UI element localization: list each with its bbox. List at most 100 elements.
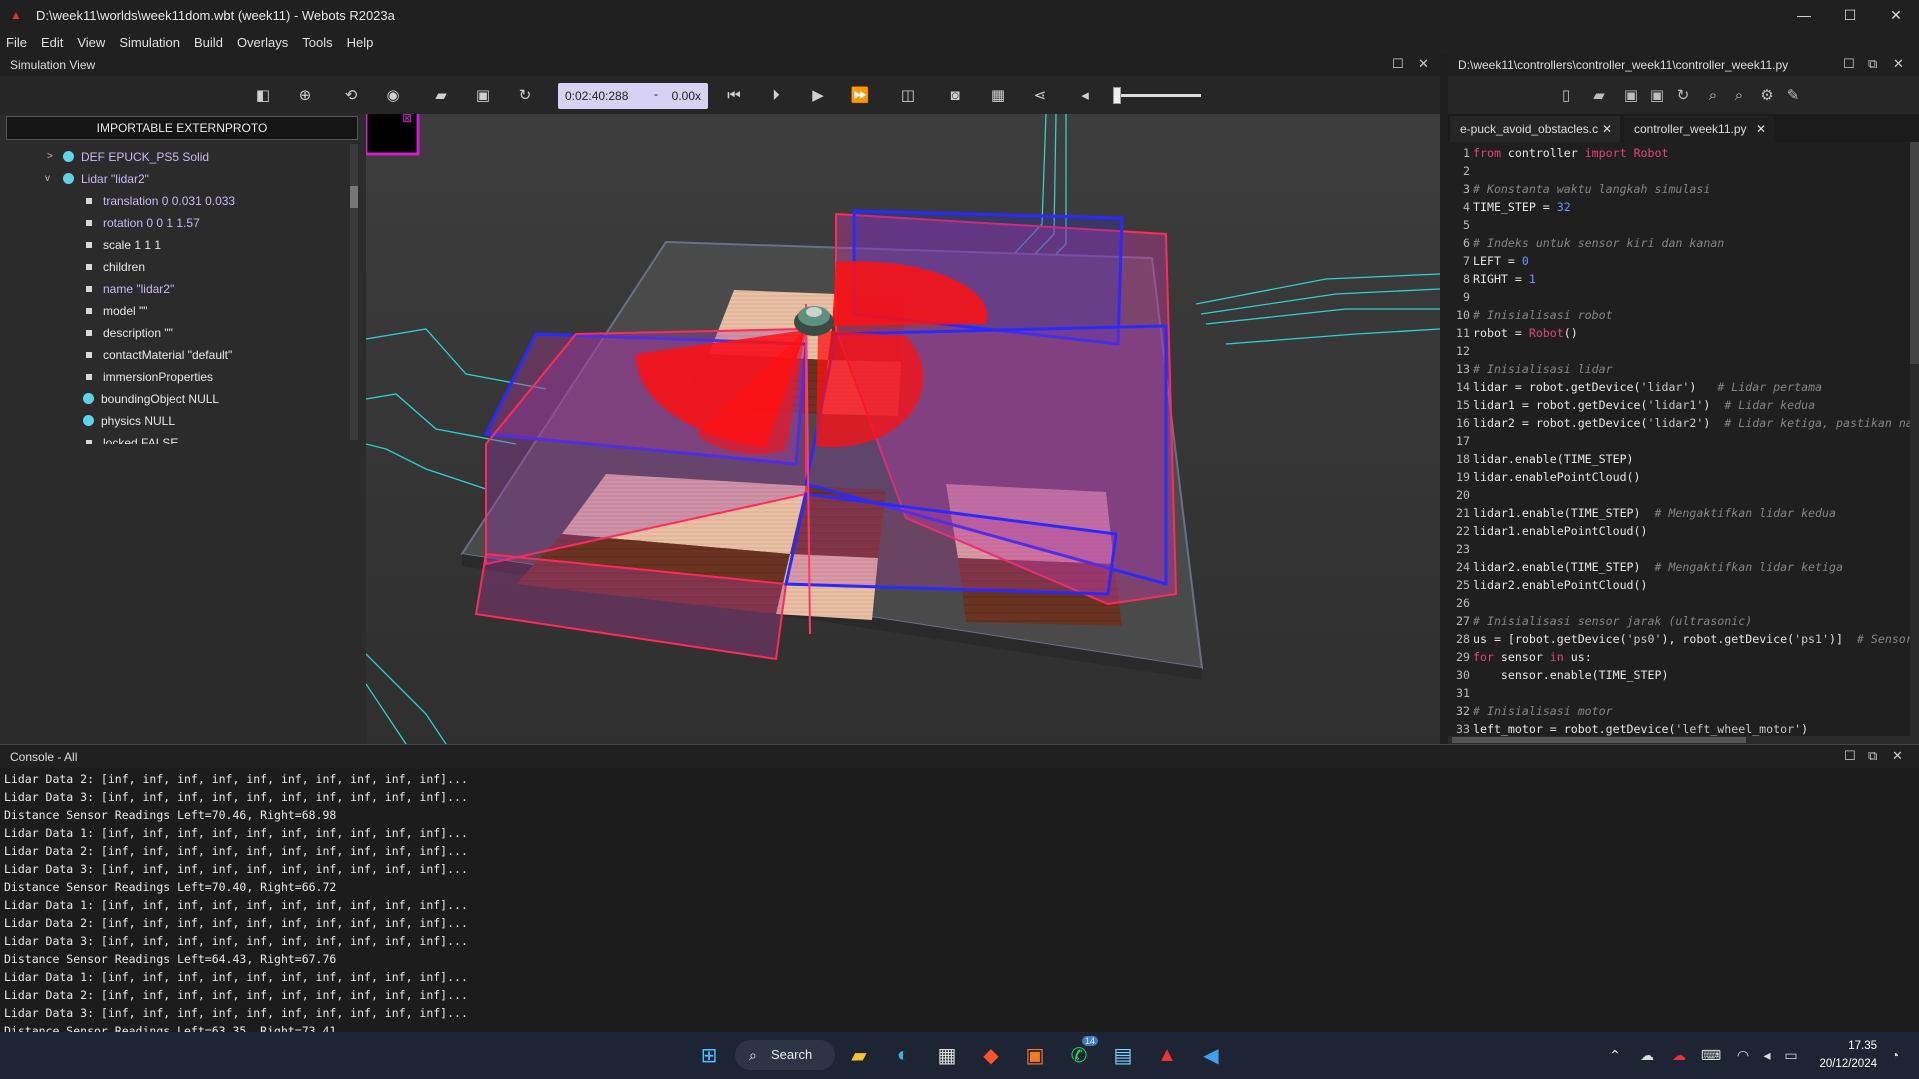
code-line[interactable]: 23 [1448,540,1919,558]
vscode-icon[interactable]: ◀ [1196,1040,1226,1070]
save-as-icon[interactable]: ▣ [1646,85,1668,107]
code-line[interactable]: 31 [1448,684,1919,702]
tree-node-lidar2[interactable]: v Lidar "lidar2" [0,168,356,190]
tree-field-bounding-object[interactable]: boundingObject NULL [0,388,356,410]
open-world-icon[interactable]: ▰ [430,85,452,107]
code-horizontal-scrollbar[interactable] [1448,736,1919,744]
code-line[interactable]: 24 lidar2.enable(TIME_STEP) # Mengaktifka… [1448,558,1919,576]
close-tab-icon[interactable]: ✕ [1602,116,1612,142]
show-hidden-icons-icon[interactable]: ⌃ [1600,1040,1630,1070]
code-vertical-scrollbar[interactable] [1910,142,1919,736]
taskbar-search[interactable]: ⌕ Search [735,1040,835,1070]
build-settings-icon[interactable]: ⚙ [1756,85,1778,107]
tree-field-description[interactable]: description "" [0,322,356,344]
code-line[interactable]: 5 [1448,216,1919,234]
reload-world-icon[interactable]: ↻ [514,85,536,107]
follow-object-icon[interactable]: ⟲ [340,85,362,107]
view-eye-icon[interactable]: ◉ [382,85,404,107]
code-line[interactable]: 28 us = [robot.getDevice('ps0'), robot.ge… [1448,630,1919,648]
menu-edit[interactable]: Edit [41,35,63,50]
tree-field-children[interactable]: children [0,256,356,278]
camera-overlay[interactable]: ⊠ [366,114,420,156]
code-line[interactable]: 7 LEFT = 0 [1448,252,1919,270]
scene-tree-scrollbar[interactable] [350,144,358,440]
brave-browser-icon[interactable]: ◆ [976,1040,1006,1070]
play-icon[interactable]: ▶ [807,85,829,107]
code-line[interactable]: 12 [1448,342,1919,360]
code-line[interactable]: 20 [1448,486,1919,504]
keyboard-icon[interactable]: ⌨ [1696,1040,1726,1070]
float-panel-icon[interactable]: ☐ [1843,56,1855,72]
save-world-icon[interactable]: ▣ [472,85,494,107]
menu-help[interactable]: Help [347,35,374,50]
code-line[interactable]: 10 # Inisialisasi robot [1448,306,1919,324]
code-line[interactable]: 22 lidar1.enablePointCloud() [1448,522,1919,540]
close-tab-icon[interactable]: ✕ [1756,116,1766,142]
app-f-icon[interactable]: ▣ [1020,1040,1050,1070]
tree-field-model[interactable]: model "" [0,300,356,322]
code-line[interactable]: 30 sensor.enable(TIME_STEP) [1448,666,1919,684]
maximize-panel-icon[interactable]: ⧉ [1868,748,1877,764]
revert-icon[interactable]: ↻ [1672,85,1694,107]
tree-field-rotation[interactable]: rotation 0 0 1 1.57 [0,212,356,234]
new-file-icon[interactable]: ▯ [1555,85,1577,107]
tree-field-scale[interactable]: scale 1 1 1 [0,234,356,256]
tree-field-physics[interactable]: physics NULL [0,410,356,432]
find-replace-icon[interactable]: ⌕ [1728,85,1750,107]
code-line[interactable]: 29 for sensor in us: [1448,648,1919,666]
close-panel-icon[interactable]: ✕ [1892,748,1903,764]
add-node-icon[interactable]: ⊕ [294,85,316,107]
notification-bell-icon[interactable]: ◔ [1880,1040,1910,1070]
save-file-icon[interactable]: ▣ [1620,85,1642,107]
fast-forward-icon[interactable]: ⏩ [849,85,871,107]
menu-simulation[interactable]: Simulation [119,35,180,50]
tab-epuck-avoid-obstacles[interactable]: e-puck_avoid_obstacles.c ✕ [1450,116,1620,142]
code-line[interactable]: 4 TIME_STEP = 32 [1448,198,1919,216]
step-icon[interactable]: ⏵ [765,85,787,107]
code-line[interactable]: 19 lidar.enablePointCloud() [1448,468,1919,486]
menu-view[interactable]: View [77,35,105,50]
code-line[interactable]: 18 lidar.enable(TIME_STEP) [1448,450,1919,468]
volume-slider[interactable] [1113,87,1201,104]
code-line[interactable]: 3 # Konstanta waktu langkah simulasi [1448,180,1919,198]
code-line[interactable]: 21 lidar1.enable(TIME_STEP) # Mengaktifka… [1448,504,1919,522]
code-line[interactable]: 2 [1448,162,1919,180]
tree-field-name[interactable]: name "lidar2" [0,278,356,300]
float-panel-icon[interactable]: ☐ [1392,56,1404,72]
edge-browser-icon[interactable]: ◐ [888,1040,918,1070]
code-line[interactable]: 9 [1448,288,1919,306]
tree-field-translation[interactable]: translation 0 0.031 0.033 [0,190,356,212]
taskbar-date[interactable]: 20/12/2024 [1797,1058,1877,1070]
tab-controller-week11[interactable]: controller_week11.py ✕ [1624,116,1774,142]
code-line[interactable]: 14 lidar = robot.getDevice('lidar') # Lid… [1448,378,1919,396]
float-panel-icon[interactable]: ☐ [1844,748,1856,764]
notepad-icon[interactable]: ▤ [1108,1040,1138,1070]
code-line[interactable]: 26 [1448,594,1919,612]
toggle-scene-tree-icon[interactable]: ◧ [252,85,274,107]
start-button-icon[interactable]: ⊞ [694,1040,724,1070]
code-line[interactable]: 17 [1448,432,1919,450]
3d-simulation-view[interactable]: ⊠ [366,114,1440,744]
code-line[interactable]: 27 # Inisialisasi sensor jarak (ultrasoni… [1448,612,1919,630]
webots-taskbar-icon[interactable]: ▲ [1152,1040,1182,1070]
code-line[interactable]: 11 robot = Robot() [1448,324,1919,342]
tree-field-contact-material[interactable]: contactMaterial "default" [0,344,356,366]
code-line[interactable]: 32 # Inisialisasi motor [1448,702,1919,720]
menu-tools[interactable]: Tools [302,35,332,50]
clean-icon[interactable]: ✎ [1782,85,1804,107]
code-line[interactable]: 6 # Indeks untuk sensor kiri dan kanan [1448,234,1919,252]
screenshot-icon[interactable]: ◙ [944,85,966,107]
importable-externproto-header[interactable]: IMPORTABLE EXTERNPROTO [6,116,358,140]
record-movie-icon[interactable]: ▦ [987,85,1009,107]
menu-build[interactable]: Build [194,35,223,50]
maximize-panel-icon[interactable]: ⧉ [1868,56,1877,72]
close-button[interactable]: ✕ [1873,0,1919,30]
taskbar-time[interactable]: 17.35 [1797,1040,1877,1052]
rendering-toggle-icon[interactable]: ◫ [897,85,919,107]
tree-node-epuck[interactable]: > DEF EPUCK_PS5 Solid [0,146,356,168]
code-line[interactable]: 33 left_motor = robot.getDevice('left_whe… [1448,720,1919,736]
find-icon[interactable]: ⌕ [1702,85,1724,107]
code-line[interactable]: 13 # Inisialisasi lidar [1448,360,1919,378]
close-panel-icon[interactable]: ✕ [1418,56,1429,72]
console-output[interactable]: Lidar Data 2: [inf, inf, inf, inf, inf, … [0,768,1919,1032]
